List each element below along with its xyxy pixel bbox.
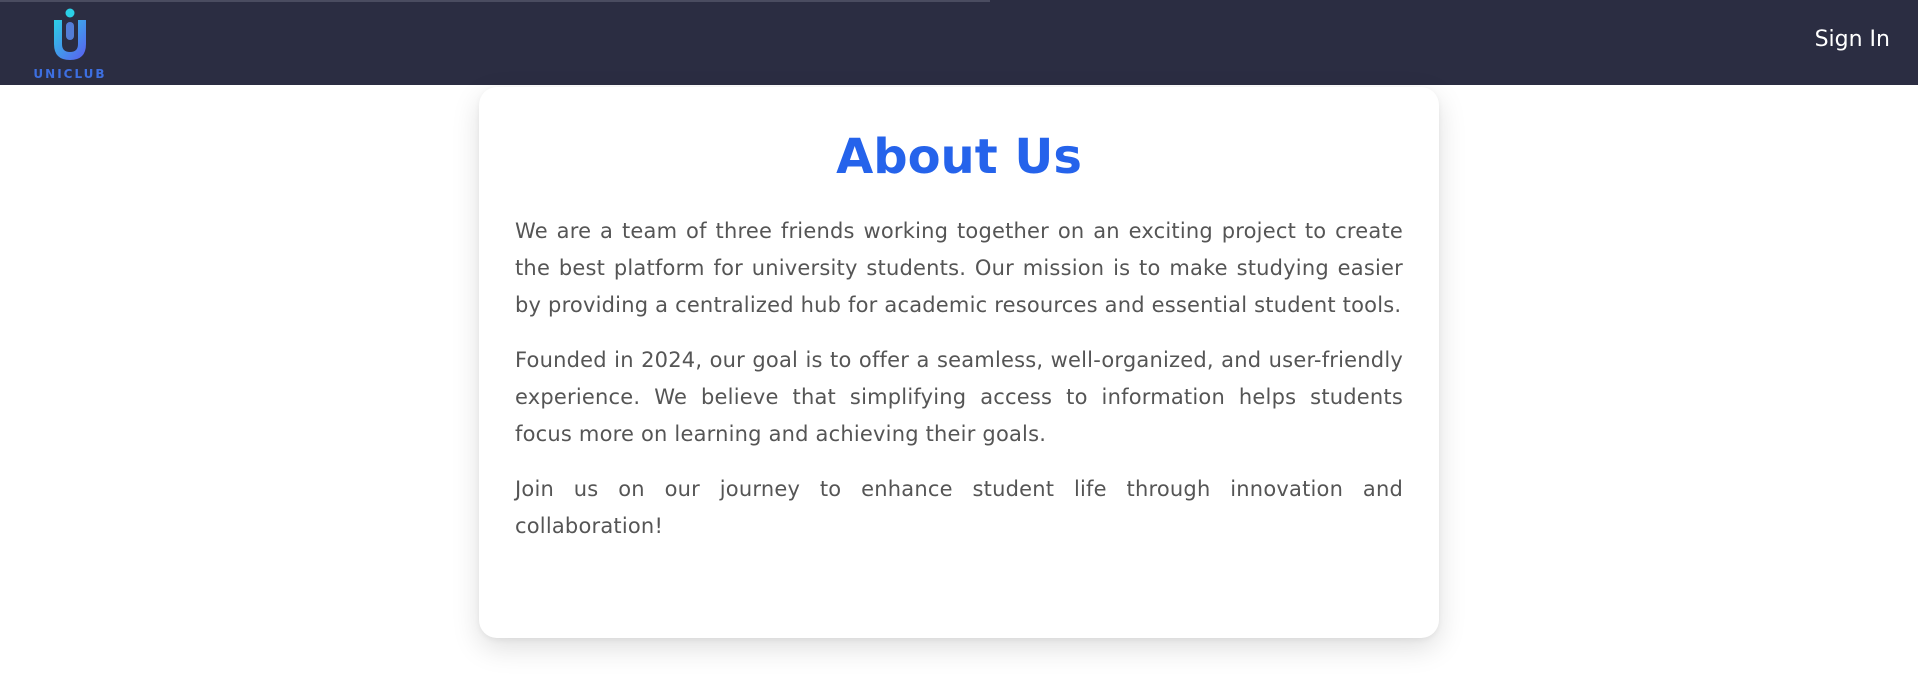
sign-in-link[interactable]: Sign In — [1815, 27, 1890, 52]
about-paragraph-1: We are a team of three friends working t… — [515, 219, 1403, 317]
about-paragraph-2: Founded in 2024, our goal is to offer a … — [515, 348, 1403, 446]
uniclub-logo-icon — [54, 8, 86, 60]
navbar: UNICLUB Sign In — [0, 0, 1918, 85]
navbar-top-line — [0, 0, 990, 2]
about-paragraph-3: Join us on our journey to enhance studen… — [515, 477, 1403, 538]
uniclub-logo[interactable]: UNICLUB — [32, 8, 108, 82]
about-card: About Us We are a team of three friends … — [479, 87, 1439, 638]
page-title: About Us — [836, 129, 1082, 185]
logo-text: UNICLUB — [33, 67, 107, 81]
